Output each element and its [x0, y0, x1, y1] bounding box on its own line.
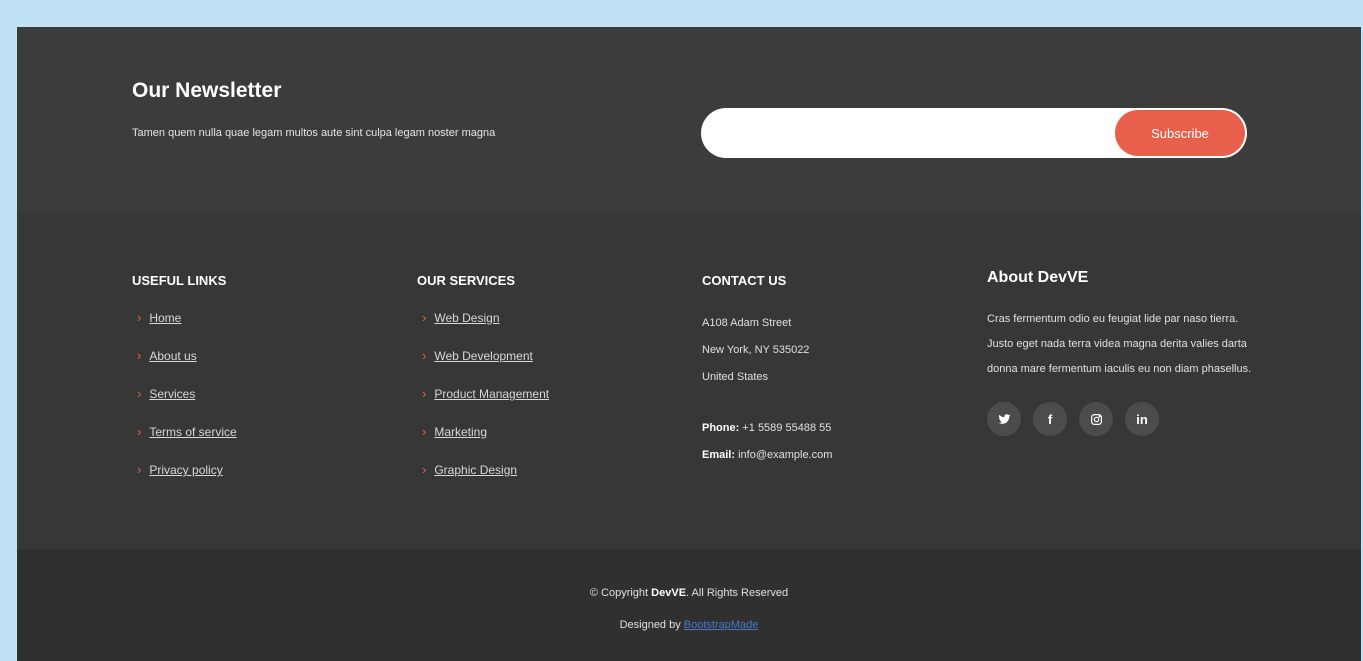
useful-links-column: USEFUL LINKS › Home › About us › Services ›…: [132, 273, 237, 500]
list-item: › Privacy policy: [132, 462, 237, 500]
chevron-right-icon: ›: [422, 348, 427, 363]
list-item: › Marketing: [417, 424, 549, 462]
chevron-right-icon: ›: [422, 386, 427, 401]
contact-details: A108 Adam Street New York, NY 535022 Uni…: [702, 310, 832, 469]
link-graphic-design[interactable]: Graphic Design: [434, 463, 517, 477]
link-services[interactable]: Services: [149, 387, 195, 401]
social-links: f in: [987, 402, 1257, 436]
list-item: › Services: [132, 386, 237, 424]
designer-link[interactable]: BootstrapMade: [684, 619, 759, 631]
useful-links-list: › Home › About us › Services › Terms of serv…: [132, 310, 237, 500]
chevron-right-icon: ›: [422, 462, 427, 477]
newsletter-title: Our Newsletter: [132, 79, 282, 102]
phone-value: +1 5589 55488 55: [742, 422, 832, 434]
chevron-right-icon: ›: [137, 424, 142, 439]
chevron-right-icon: ›: [137, 310, 142, 325]
list-item: › Home: [132, 310, 237, 348]
link-home[interactable]: Home: [149, 311, 181, 325]
footer-links-section: USEFUL LINKS › Home › About us › Services ›…: [17, 211, 1361, 549]
list-item: › Graphic Design: [417, 462, 549, 500]
services-heading: OUR SERVICES: [417, 273, 516, 288]
instagram-icon[interactable]: [1079, 402, 1113, 436]
address-line-1: A108 Adam Street: [702, 317, 792, 329]
list-item: › Web Design: [417, 310, 549, 348]
email-row: Email: info@example.com: [702, 442, 832, 469]
newsletter-email-input[interactable]: [717, 121, 1101, 147]
chevron-right-icon: ›: [137, 462, 142, 477]
facebook-icon[interactable]: f: [1033, 402, 1067, 436]
link-marketing[interactable]: Marketing: [434, 425, 487, 439]
copyright-prefix: © Copyright: [589, 587, 649, 599]
copyright-section: © Copyright DevVE. All Rights Reserved D…: [17, 549, 1361, 661]
twitter-icon[interactable]: [987, 402, 1021, 436]
list-item: › Product Management: [417, 386, 549, 424]
chevron-right-icon: ›: [137, 386, 142, 401]
useful-links-heading: USEFUL LINKS: [132, 273, 227, 288]
link-product-management[interactable]: Product Management: [434, 387, 549, 401]
address-line-2: New York, NY 535022: [702, 344, 810, 356]
chevron-right-icon: ›: [422, 310, 427, 325]
address-line-3: United States: [702, 371, 769, 383]
copyright-suffix: . All Rights Reserved: [686, 587, 789, 599]
email-label: Email:: [702, 449, 736, 461]
phone-row: Phone: +1 5589 55488 55: [702, 415, 832, 442]
services-column: OUR SERVICES › Web Design › Web Developmen…: [417, 273, 549, 500]
contact-heading: CONTACT US: [702, 273, 787, 288]
designed-by-label: Designed by: [619, 619, 681, 631]
about-heading: About DevVE: [987, 269, 1089, 286]
credits: Designed by BootstrapMade: [17, 619, 1361, 631]
link-about-us[interactable]: About us: [149, 349, 196, 363]
email-value: info@example.com: [738, 449, 833, 461]
about-text: Cras fermentum odio eu feugiat lide par …: [987, 313, 1252, 375]
link-terms-of-service[interactable]: Terms of service: [149, 425, 236, 439]
phone-label: Phone:: [702, 422, 740, 434]
newsletter-section: Our Newsletter Tamen quem nulla quae leg…: [17, 27, 1361, 211]
footer: Our Newsletter Tamen quem nulla quae leg…: [17, 27, 1361, 661]
list-item: › Terms of service: [132, 424, 237, 462]
subscribe-button[interactable]: Subscribe: [1115, 110, 1245, 156]
services-list: › Web Design › Web Development › Product Ma…: [417, 310, 549, 500]
copyright-brand: DevVE: [651, 587, 687, 599]
about-column: About DevVE Cras fermentum odio eu feugi…: [987, 269, 1257, 436]
newsletter-form: Subscribe: [701, 108, 1247, 158]
link-web-development[interactable]: Web Development: [434, 349, 533, 363]
chevron-right-icon: ›: [422, 424, 427, 439]
list-item: › Web Development: [417, 348, 549, 386]
copyright-text: © Copyright DevVE. All Rights Reserved: [17, 587, 1361, 599]
newsletter-description: Tamen quem nulla quae legam multos aute …: [132, 127, 496, 139]
chevron-right-icon: ›: [137, 348, 142, 363]
link-privacy-policy[interactable]: Privacy policy: [149, 463, 222, 477]
list-item: › About us: [132, 348, 237, 386]
link-web-design[interactable]: Web Design: [434, 311, 499, 325]
contact-column: CONTACT US A108 Adam Street New York, NY…: [702, 273, 832, 469]
linkedin-icon[interactable]: in: [1125, 402, 1159, 436]
